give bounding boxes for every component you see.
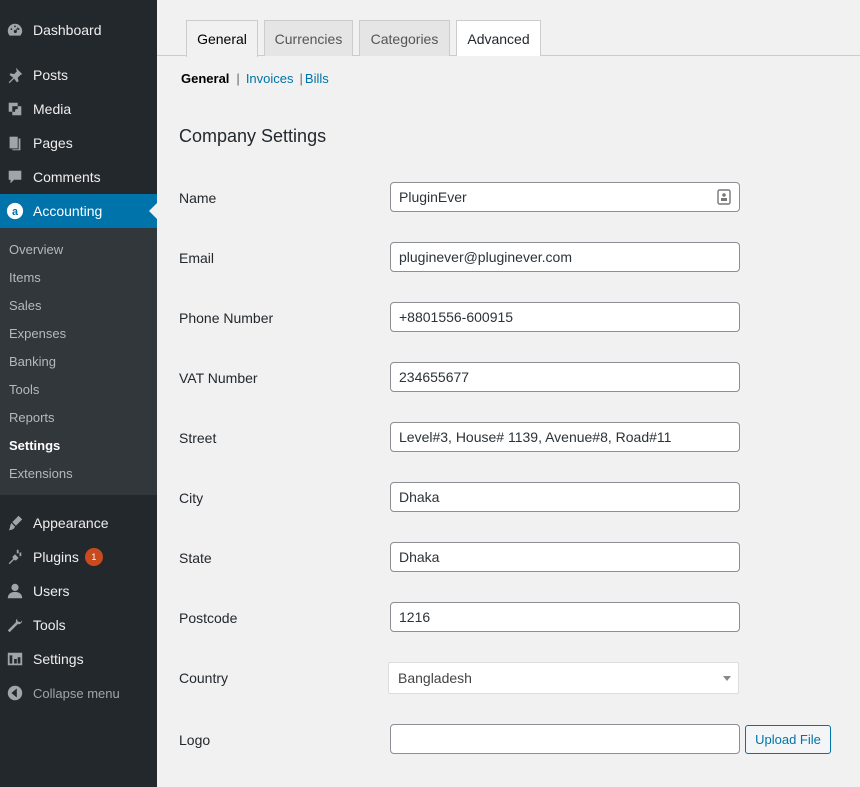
pin-icon [5,65,25,85]
comment-icon [5,167,25,187]
menu-dashboard[interactable]: Dashboard [0,13,157,47]
menu-posts[interactable]: Posts [0,58,157,92]
accounting-icon: a [5,201,25,221]
menu-label: Appearance [33,515,109,531]
password-manager-icon[interactable] [717,189,731,205]
submenu-banking[interactable]: Banking [9,351,56,371]
street-input[interactable] [390,422,740,452]
menu-label: Plugins [33,549,79,565]
menu-settings[interactable]: Settings [0,642,157,676]
collapse-menu-button[interactable]: Collapse menu [0,676,157,710]
postcode-input[interactable] [390,602,740,632]
menu-media[interactable]: Media [0,92,157,126]
chevron-down-icon [723,676,731,681]
wrench-icon [5,615,25,635]
email-label: Email [179,250,215,266]
upload-file-button[interactable]: Upload File [745,725,831,754]
submenu-settings[interactable]: Settings [9,435,60,455]
vat-input[interactable] [390,362,740,392]
tab-advanced[interactable]: Advanced [456,20,541,56]
plugin-icon [5,547,25,567]
country-select[interactable]: Bangladesh [388,662,739,694]
submenu-reports[interactable]: Reports [9,407,55,427]
menu-label: Posts [33,67,69,83]
brush-icon [5,513,25,533]
update-count-badge: 1 [84,548,103,566]
tab-general[interactable]: General [186,20,258,57]
menu-tools[interactable]: Tools [0,608,157,642]
svg-text:a: a [12,206,19,218]
submenu-tools[interactable]: Tools [9,379,39,399]
menu-label: Tools [33,617,66,633]
section-title: Company Settings [179,126,327,146]
admin-sidebar: Dashboard Posts Media Pages Comments a A… [0,0,157,787]
menu-label: Media [33,101,72,117]
logo-label: Logo [179,732,211,748]
state-label: State [179,550,212,566]
tab-currencies[interactable]: Currencies [264,20,353,56]
name-label: Name [179,190,217,206]
submenu-expenses[interactable]: Expenses [9,323,66,343]
email-input[interactable] [390,242,740,272]
vat-label: VAT Number [179,370,258,386]
submenu-extensions[interactable]: Extensions [9,463,73,483]
menu-label: Accounting [33,203,103,219]
menu-label: Dashboard [33,22,102,38]
state-input[interactable] [390,542,740,572]
menu-pages[interactable]: Pages [0,126,157,160]
subnav-separator: | [236,70,240,86]
subnav-invoices[interactable]: Invoices [246,71,294,86]
postcode-label: Postcode [179,610,238,626]
phone-label: Phone Number [179,310,274,326]
menu-label: Collapse menu [33,685,120,701]
media-icon [5,99,25,119]
menu-label: Comments [33,169,101,185]
country-label: Country [179,670,229,686]
dashboard-icon [5,20,25,40]
tab-categories[interactable]: Categories [359,20,450,56]
subnav-bills[interactable]: Bills [305,71,329,86]
section-subnav: General | Invoices | Bills [181,70,329,86]
submenu-overview[interactable]: Overview [9,239,63,259]
street-label: Street [179,430,217,446]
city-label: City [179,490,204,506]
menu-label: Settings [33,651,84,667]
company-name-input[interactable] [390,182,740,212]
menu-appearance[interactable]: Appearance [0,506,157,540]
user-icon [5,581,25,601]
subnav-separator: | [299,70,303,86]
settings-tabs: General Currencies Categories Advanced [157,0,860,57]
pages-icon [5,133,25,153]
settings-icon [5,649,25,669]
accounting-submenu: Overview Items Sales Expenses Banking To… [0,228,157,495]
menu-label: Users [33,583,70,599]
menu-users[interactable]: Users [0,574,157,608]
menu-accounting[interactable]: a Accounting [0,194,157,228]
city-input[interactable] [390,482,740,512]
subnav-general[interactable]: General [181,71,229,86]
menu-plugins[interactable]: Plugins 1 [0,540,157,574]
country-selected-value: Bangladesh [398,670,472,686]
menu-label: Pages [33,135,73,151]
phone-input[interactable] [390,302,740,332]
collapse-arrow-icon [5,683,25,703]
menu-comments[interactable]: Comments [0,160,157,194]
submenu-sales[interactable]: Sales [9,295,42,315]
submenu-items[interactable]: Items [9,267,41,287]
logo-input[interactable] [390,724,740,754]
